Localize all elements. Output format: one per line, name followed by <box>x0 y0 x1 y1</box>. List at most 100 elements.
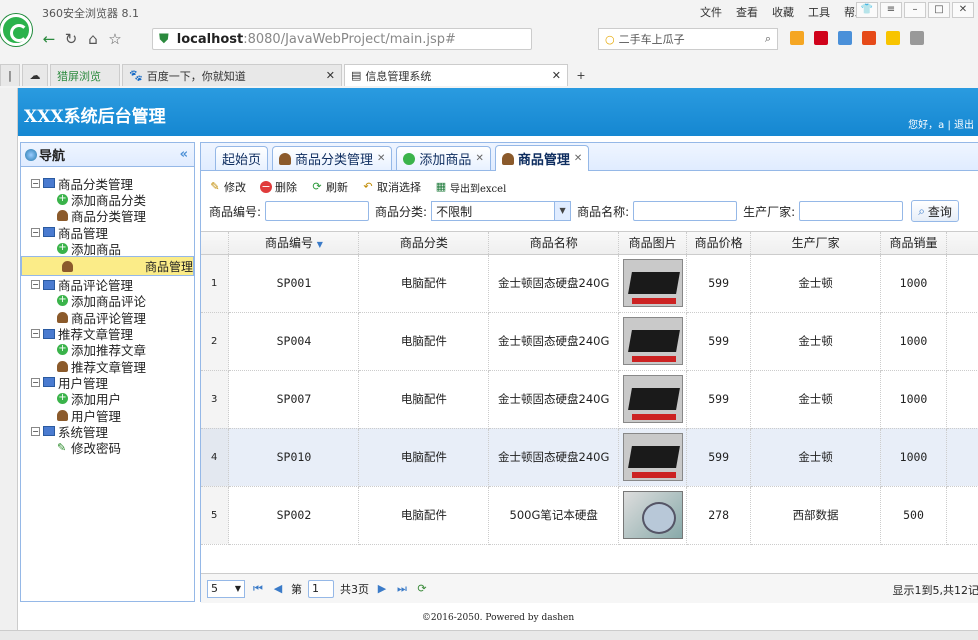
tab-menu-icon[interactable]: | <box>0 64 20 86</box>
sidebar-item-change-password[interactable]: ✎ 修改密码 <box>21 439 194 456</box>
last-page-icon[interactable]: ⏭ <box>395 582 409 596</box>
tab-category-manage[interactable]: 商品分类管理 ✕ <box>272 146 393 170</box>
menu-file[interactable]: 文件 <box>700 4 722 20</box>
column-header[interactable]: 商品编号 ▼ <box>228 232 360 255</box>
tree-group-article[interactable]: − 推荐文章管理 <box>21 325 194 342</box>
menu-view[interactable]: 查看 <box>736 4 758 20</box>
sidebar-item-add-comment[interactable]: + 添加商品评论 <box>21 293 194 309</box>
extension-icon[interactable] <box>838 31 852 45</box>
footer: ©2016-2050. Powered by dashen <box>421 613 575 623</box>
page-icon: ▤ <box>351 69 362 82</box>
collapse-toggle-icon[interactable]: − <box>31 329 40 339</box>
sidebar-item-add-user[interactable]: + 添加用户 <box>21 391 194 407</box>
name-input[interactable] <box>633 201 738 221</box>
extension-icon[interactable] <box>814 31 828 45</box>
column-header[interactable]: 生产厂家 <box>750 232 882 255</box>
sidebar-item-add-article[interactable]: + 添加推荐文章 <box>21 342 194 358</box>
sidebar-item-product-manage[interactable]: 商品管理 <box>21 256 194 277</box>
tab-home[interactable]: 起始页 <box>215 146 269 170</box>
close-button[interactable]: ✕ <box>952 2 974 18</box>
home-icon[interactable]: ⌂ <box>82 30 104 48</box>
browser-tab-3[interactable]: ▤ 信息管理系统 ✕ <box>344 64 568 86</box>
sidebar-item-category-manage[interactable]: 商品分类管理 <box>21 208 194 224</box>
user-icon <box>501 152 514 165</box>
menu-tools[interactable]: 工具 <box>808 4 830 20</box>
new-tab-button[interactable]: + <box>570 64 592 86</box>
maximize-button[interactable]: □ <box>928 2 950 18</box>
sidebar-item-user-manage[interactable]: 用户管理 <box>21 407 194 424</box>
table-row[interactable]: 2 SP004 电脑配件 金士顿固态硬盘240G 599 金士顿 1000 <box>201 312 978 371</box>
close-icon[interactable]: ✕ <box>574 153 582 164</box>
menu-favorites[interactable]: 收藏 <box>772 4 794 20</box>
skin-icon[interactable]: 👕 <box>856 2 878 18</box>
reload-icon[interactable]: ↻ <box>60 30 82 48</box>
tree-group-product[interactable]: − 商品管理 <box>21 224 194 241</box>
refresh-button[interactable]: ⟳ 刷新 <box>311 179 348 195</box>
table-row[interactable]: 4 SP010 电脑配件 金士顿固态硬盘240G 599 金士顿 1000 <box>201 428 978 487</box>
tree-group-user[interactable]: − 用户管理 <box>21 374 194 391</box>
column-header[interactable]: 商品价格 <box>686 232 752 255</box>
page-number-input[interactable]: 1 <box>308 579 334 598</box>
search-icon[interactable]: ⌕ <box>765 32 771 46</box>
extension-icon[interactable] <box>886 31 900 45</box>
search-input[interactable]: ○ 二手车上瓜子 ⌕ <box>598 28 778 50</box>
tab-product-manage[interactable]: 商品管理 ✕ <box>494 145 590 171</box>
maker-input[interactable] <box>799 201 904 221</box>
user-icon <box>279 152 292 165</box>
column-header[interactable]: 商品分类 <box>358 232 490 255</box>
cancel-selection-button[interactable]: ↶ 取消选择 <box>362 179 421 195</box>
collapse-toggle-icon[interactable]: − <box>31 426 40 436</box>
next-page-icon[interactable]: ▶ <box>375 582 389 595</box>
tree-group-system[interactable]: − 系统管理 <box>21 423 194 440</box>
total-pages: 共3页 <box>340 582 369 596</box>
row-number-header <box>201 232 230 255</box>
prev-page-icon[interactable]: ◀ <box>271 582 285 595</box>
first-page-icon[interactable]: ⏮ <box>251 582 265 596</box>
query-button[interactable]: ⌕ 查询 <box>911 200 959 222</box>
minimize-button[interactable]: – <box>904 2 926 18</box>
sidebar-item-add-product[interactable]: + 添加商品 <box>21 240 194 257</box>
browser-logo-icon <box>0 14 32 46</box>
category-label: 商品分类: <box>375 204 428 219</box>
collapse-toggle-icon[interactable]: − <box>31 377 40 387</box>
category-select[interactable]: 不限制 ▼ <box>431 201 572 221</box>
user-greeting[interactable]: 您好，a | 退出 <box>908 116 974 131</box>
sidebar-item-comment-manage[interactable]: 商品评论管理 <box>21 309 194 326</box>
collapse-toggle-icon[interactable]: − <box>31 280 40 290</box>
column-header[interactable]: 商品销量 <box>880 232 947 255</box>
extension-icon[interactable] <box>862 31 876 45</box>
browser-tab-2[interactable]: 🐾 百度一下，你就知道 ✕ <box>122 64 342 86</box>
browser-tab-1[interactable]: 猎屏浏览 <box>50 64 120 86</box>
list-icon[interactable]: ≡ <box>880 2 902 18</box>
cell-name: 金士顿固态硬盘240G <box>488 312 620 371</box>
column-header[interactable]: 商品图片 <box>618 232 688 255</box>
reload-icon[interactable]: ⟳ <box>415 582 429 595</box>
back-icon[interactable]: ← <box>38 30 60 48</box>
code-input[interactable] <box>265 201 370 221</box>
export-excel-button[interactable]: ▦ 导出到excel <box>435 180 506 195</box>
table-row[interactable]: 1 SP001 电脑配件 金士顿固态硬盘240G 599 金士顿 1000 <box>201 254 978 313</box>
tree-group-comment[interactable]: − 商品评论管理 <box>21 276 194 293</box>
tab-add-product[interactable]: 添加商品 ✕ <box>396 146 491 170</box>
sidebar-item-add-category[interactable]: + 添加商品分类 <box>21 191 194 208</box>
sidebar-item-article-manage[interactable]: 推荐文章管理 <box>21 358 194 375</box>
collapse-toggle-icon[interactable]: − <box>31 178 40 188</box>
tree-group-category[interactable]: − 商品分类管理 <box>21 175 194 192</box>
collapse-icon[interactable]: « <box>180 147 188 162</box>
page-size-select[interactable]: 5 ▼ <box>207 579 245 598</box>
table-row[interactable]: 5 SP002 电脑配件 500G笔记本硬盘 278 西部数据 500 <box>201 486 978 545</box>
collapse-toggle-icon[interactable]: − <box>31 227 40 237</box>
cloud-icon[interactable]: ☁ <box>22 64 48 86</box>
column-header[interactable]: 商品名称 <box>488 232 620 255</box>
edit-button[interactable]: ✎ 修改 <box>209 179 246 195</box>
extension-icon[interactable] <box>910 31 924 45</box>
delete-button[interactable]: − 删除 <box>260 179 297 195</box>
star-icon[interactable]: ☆ <box>104 30 126 48</box>
close-icon[interactable]: ✕ <box>475 153 483 164</box>
table-row[interactable]: 3 SP007 电脑配件 金士顿固态硬盘240G 599 金士顿 1000 <box>201 370 978 429</box>
extension-icon[interactable] <box>790 31 804 45</box>
close-icon[interactable]: ✕ <box>552 69 561 82</box>
close-icon[interactable]: ✕ <box>326 69 335 82</box>
url-input[interactable]: ⛊ localhost :8080/JavaWebProject/main.js… <box>152 28 532 50</box>
close-icon[interactable]: ✕ <box>377 153 385 164</box>
